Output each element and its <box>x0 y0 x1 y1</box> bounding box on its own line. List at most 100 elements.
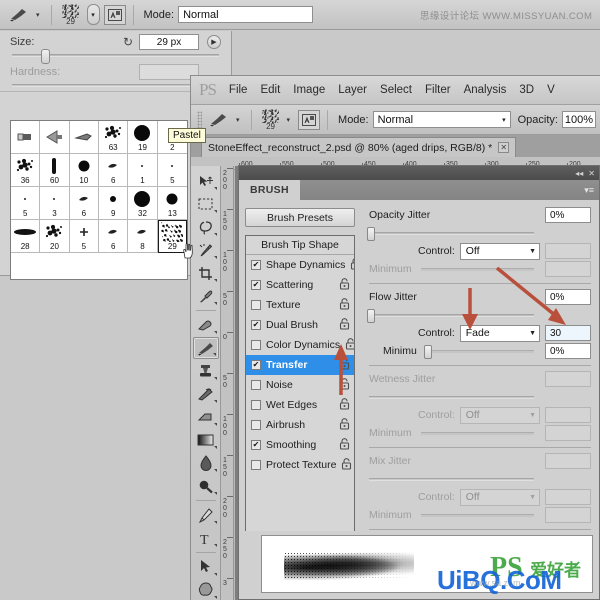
document-tab[interactable]: StoneEffect_reconstruct_2.psd @ 80% (age… <box>201 137 517 157</box>
gradient-tool-icon[interactable] <box>193 429 219 451</box>
lock-icon[interactable] <box>339 397 350 413</box>
lock-icon[interactable] <box>345 337 354 353</box>
brush-dropdown-caret-icon[interactable]: ▾ <box>236 116 244 124</box>
brush-option-transfer[interactable]: ✔ Transfer <box>246 355 354 375</box>
brush-icon[interactable] <box>6 4 32 26</box>
size-expand-button[interactable]: ▶ <box>207 35 221 49</box>
brush-preset-cell[interactable]: 36 <box>11 154 41 187</box>
checkbox-protect-texture[interactable] <box>251 460 261 470</box>
lock-icon[interactable] <box>339 377 350 393</box>
chevron-down-icon[interactable]: ▼ <box>529 330 536 337</box>
panel-menu-icon[interactable]: ▾≡ <box>584 185 594 196</box>
menu-layer[interactable]: Layer <box>338 84 367 96</box>
close-icon[interactable]: ✕ <box>498 142 510 153</box>
collapse-icon[interactable]: ◂◂ <box>575 169 583 178</box>
lock-icon[interactable] <box>341 457 352 473</box>
brush-preset-thumbnail[interactable]: 29 <box>259 107 283 133</box>
flow-fade-steps-field[interactable]: 30 <box>545 325 591 341</box>
size-value-field[interactable]: 29 px <box>139 34 199 50</box>
path-selection-tool-icon[interactable] <box>193 556 219 578</box>
flow-jitter-knob[interactable] <box>367 308 375 323</box>
tab-brush[interactable]: BRUSH <box>239 180 300 200</box>
lock-icon[interactable] <box>339 357 350 373</box>
brush-preset-cell[interactable]: 63 <box>99 121 129 154</box>
crop-tool-icon[interactable] <box>193 262 219 284</box>
brush-option-texture[interactable]: Texture <box>246 295 354 315</box>
lasso-tool-icon[interactable] <box>193 216 219 238</box>
shape-tool-icon[interactable] <box>193 579 219 600</box>
lock-icon[interactable] <box>339 297 350 313</box>
brush-preset-cell[interactable] <box>69 121 99 154</box>
flow-jitter-slider[interactable] <box>367 308 534 323</box>
brush-option-dual-brush[interactable]: ✔ Dual Brush <box>246 315 354 335</box>
brush-preset-cell[interactable]: 20 <box>40 220 70 253</box>
menu-3d[interactable]: 3D <box>519 84 534 96</box>
lock-icon[interactable] <box>339 277 350 293</box>
brush-option-wet-edges[interactable]: Wet Edges <box>246 395 354 415</box>
brush-dropdown-caret-icon[interactable]: ▾ <box>36 11 44 19</box>
tablet-pressure-icon[interactable] <box>298 109 321 130</box>
brush-option-smoothing[interactable]: ✔ Smoothing <box>246 435 354 455</box>
checkbox-scattering[interactable]: ✔ <box>251 280 261 290</box>
brush-preset-cell[interactable]: 8 <box>128 220 158 253</box>
opacity-minimum-value[interactable] <box>545 261 591 277</box>
flow-minimum-value[interactable]: 0% <box>545 343 591 359</box>
chevron-down-icon[interactable]: ▾ <box>502 116 506 124</box>
brush-option-airbrush[interactable]: Airbrush <box>246 415 354 435</box>
brush-preset-cell[interactable]: 3 <box>40 187 70 220</box>
healing-brush-tool-icon[interactable] <box>193 314 219 336</box>
brush-option-color-dynamics[interactable]: Color Dynamics <box>246 335 354 355</box>
blur-tool-icon[interactable] <box>193 452 219 474</box>
opacity-minimum-slider[interactable] <box>420 267 534 271</box>
clone-stamp-tool-icon[interactable] <box>193 360 219 382</box>
history-brush-tool-icon[interactable] <box>193 383 219 405</box>
checkbox-texture[interactable] <box>251 300 261 310</box>
opacity-field[interactable]: 100% <box>561 111 596 128</box>
move-tool-icon[interactable] <box>193 170 219 192</box>
brush-preset-cell[interactable] <box>11 121 41 154</box>
menu-image[interactable]: Image <box>293 84 325 96</box>
brush-preset-cell[interactable]: 5 <box>11 187 41 220</box>
checkbox-color-dynamics[interactable] <box>251 340 261 350</box>
brush-option-noise[interactable]: Noise <box>246 375 354 395</box>
brush-preset-cell[interactable]: 6 <box>99 220 129 253</box>
brush-preset-cell[interactable]: 6 <box>69 187 99 220</box>
brush-preset-caret-icon[interactable]: ▾ <box>287 116 295 124</box>
brush-preset-cell[interactable]: 32 <box>128 187 158 220</box>
mode-select[interactable]: Normal ▾ <box>372 111 511 128</box>
opacity-control-extra[interactable] <box>545 243 591 259</box>
mode-select[interactable]: Normal <box>178 6 314 23</box>
brush-option-shape-dynamics[interactable]: ✔ Shape Dynamics <box>246 255 354 275</box>
brush-preset-cell[interactable]: 10 <box>69 154 99 187</box>
menu-analysis[interactable]: Analysis <box>464 84 507 96</box>
eraser-tool-icon[interactable] <box>193 406 219 428</box>
brush-preset-thumbnail[interactable]: 29 <box>59 2 83 28</box>
flow-control-select[interactable]: Fade ▼ <box>459 324 540 342</box>
marquee-tool-icon[interactable] <box>193 193 219 215</box>
options-bar-grip[interactable] <box>197 110 202 129</box>
magic-wand-tool-icon[interactable] <box>193 239 219 261</box>
checkbox-transfer[interactable]: ✔ <box>251 360 261 370</box>
dodge-tool-icon[interactable] <box>193 475 219 497</box>
brush-preset-cell[interactable] <box>40 121 70 154</box>
brush-option-protect-texture[interactable]: Protect Texture <box>246 455 354 475</box>
brush-tool-icon[interactable] <box>192 336 219 360</box>
chevron-down-icon[interactable]: ▼ <box>529 248 536 255</box>
brush-preset-cell[interactable]: 60 <box>40 154 70 187</box>
brush-preset-caret-icon[interactable]: ▾ <box>86 4 100 25</box>
brush-preset-cell[interactable]: 6 <box>99 154 129 187</box>
brush-presets-button[interactable]: Brush Presets <box>245 208 355 227</box>
brush-option-scattering[interactable]: ✔ Scattering <box>246 275 354 295</box>
pen-tool-icon[interactable] <box>193 504 219 526</box>
checkbox-noise[interactable] <box>251 380 261 390</box>
type-tool-icon[interactable]: T <box>193 527 219 549</box>
brush-preset-cell[interactable]: 9 <box>99 187 129 220</box>
brush-preset-cell[interactable]: 19 <box>128 121 158 154</box>
opacity-jitter-slider[interactable] <box>367 226 534 241</box>
menu-edit[interactable]: Edit <box>260 84 280 96</box>
brush-preset-cell[interactable]: 28 <box>11 220 41 253</box>
checkbox-smoothing[interactable]: ✔ <box>251 440 261 450</box>
brush-preset-cell[interactable]: 5 <box>157 154 187 187</box>
brush-preset-cell[interactable]: 1 <box>128 154 158 187</box>
flow-minimum-knob[interactable] <box>423 344 432 359</box>
